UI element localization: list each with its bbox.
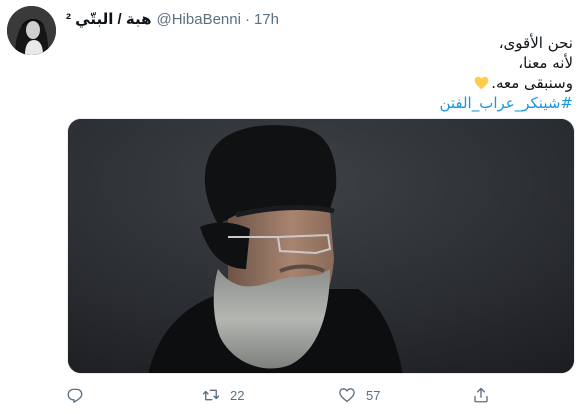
heart-icon: [339, 388, 355, 403]
like-count: 57: [366, 387, 381, 403]
tweet-text-line-3: وسنبقى معه.: [491, 74, 573, 92]
retweet-button[interactable]: 22: [202, 382, 244, 408]
header-separator: ·: [244, 10, 250, 28]
hashtag-link[interactable]: #شينكر_عراب_الفتن: [73, 93, 573, 113]
tweet-media-image[interactable]: [67, 118, 575, 374]
tweet-text-line-3-wrap: وسنبقى معه.: [73, 73, 573, 93]
reply-icon: [67, 388, 83, 403]
tweet[interactable]: هبة / البتّي ² @HibaBenni · 17h نحن الأق…: [0, 0, 579, 414]
reply-button[interactable]: [66, 382, 94, 408]
retweet-count: 22: [230, 387, 245, 403]
tweet-header: هبة / البتّي ² @HibaBenni · 17h: [66, 9, 279, 29]
tweet-actions: 22 57: [60, 382, 530, 408]
retweet-icon: [202, 389, 220, 401]
author-handle[interactable]: @HibaBenni: [157, 11, 241, 28]
tweet-text: نحن الأقوى، لأنه معنا، وسنبقى معه. #شينك…: [73, 33, 573, 113]
media-photo: [68, 119, 574, 373]
tweet-text-line-2: لأنه معنا،: [518, 54, 573, 72]
share-icon: [474, 387, 488, 403]
like-button[interactable]: 57: [338, 382, 380, 408]
share-button[interactable]: [472, 382, 490, 408]
yellow-heart-emoji-icon: [474, 76, 489, 90]
author-avatar[interactable]: [7, 6, 56, 55]
author-display-name[interactable]: هبة / البتّي ²: [66, 10, 152, 28]
avatar-photo: [7, 6, 56, 55]
tweet-text-line-1: نحن الأقوى،: [498, 34, 573, 52]
tweet-timestamp[interactable]: 17h: [254, 11, 279, 28]
